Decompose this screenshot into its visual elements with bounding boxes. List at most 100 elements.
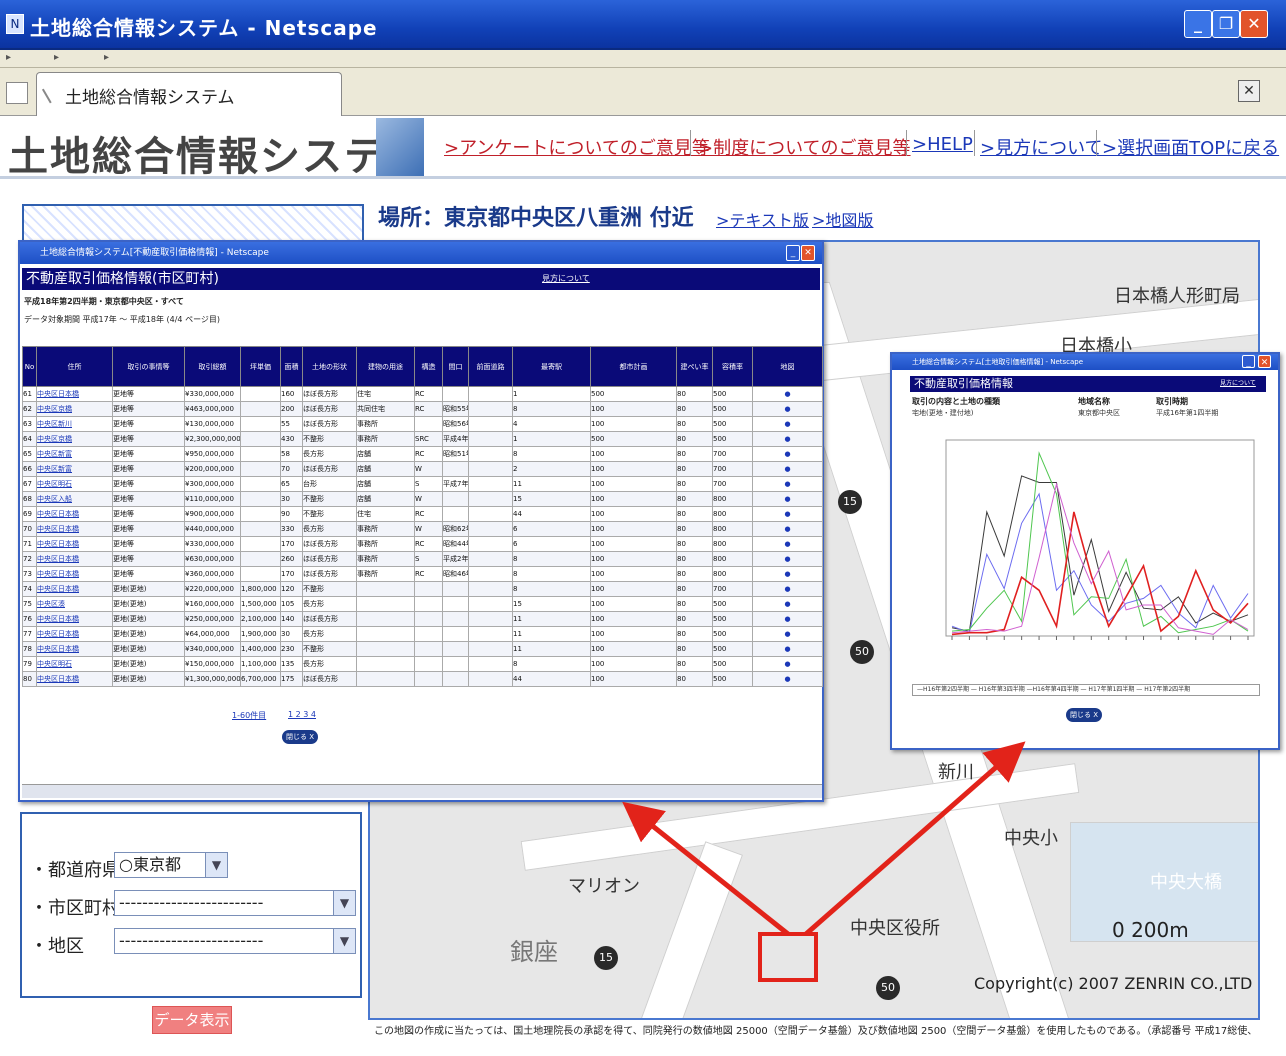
address-link[interactable]: 中央区京橋: [36, 431, 113, 447]
table-cell[interactable]: ●: [752, 596, 823, 612]
overview-map-thumbnail[interactable]: [22, 204, 364, 244]
prefecture-select[interactable]: ○東京都 ▼: [114, 852, 228, 878]
close-icon[interactable]: ✕: [801, 245, 815, 261]
close-button[interactable]: 閉じる X: [282, 730, 318, 744]
table-cell: 更地等: [112, 566, 185, 582]
address-link[interactable]: 中央区日本橋: [36, 671, 113, 687]
address-link[interactable]: 中央区新富: [36, 461, 113, 477]
table-cell[interactable]: ●: [752, 401, 823, 417]
table-cell: 長方形: [302, 446, 357, 462]
forward-arrow-icon[interactable]: ▸: [54, 52, 59, 63]
address-link[interactable]: 中央区日本橋: [36, 641, 113, 657]
table-cell: 64: [22, 431, 37, 447]
table-cell[interactable]: ●: [752, 641, 823, 657]
route-badge: 15: [594, 946, 618, 970]
tab-close-icon[interactable]: ✕: [1238, 80, 1260, 102]
address-link[interactable]: 中央区日本橋: [36, 386, 113, 402]
address-link[interactable]: 中央区新富: [36, 446, 113, 462]
district-select[interactable]: ------------------------- ▼: [114, 928, 356, 954]
table-cell: 15: [512, 596, 591, 612]
table-cell[interactable]: ●: [752, 506, 823, 522]
table-row: 76 中央区日本橋 更地(更地) ¥250,000,000 2,100,000 140 ほぼ…: [22, 611, 823, 627]
how-to-read-link[interactable]: >見方について: [980, 134, 1103, 160]
survey-link[interactable]: >アンケートについてのご意見等: [444, 134, 710, 160]
column-header: 都市計画: [590, 346, 677, 387]
table-cell: [356, 656, 415, 672]
table-cell: 500: [712, 626, 753, 642]
address-link[interactable]: 中央区日本橋: [36, 581, 113, 597]
address-link[interactable]: 中央区明石: [36, 656, 113, 672]
table-cell[interactable]: ●: [752, 491, 823, 507]
address-link[interactable]: 中央区日本橋: [36, 551, 113, 567]
address-link[interactable]: 中央区明石: [36, 476, 113, 492]
window-title: 土地総合情報システム - Netscape: [30, 16, 378, 40]
minimize-icon[interactable]: _: [1242, 355, 1255, 368]
table-cell[interactable]: ●: [752, 611, 823, 627]
table-cell: 11: [512, 626, 591, 642]
reload-arrow-icon[interactable]: ▸: [104, 52, 109, 63]
address-link[interactable]: 中央区日本橋: [36, 536, 113, 552]
table-cell[interactable]: ●: [752, 671, 823, 687]
close-button[interactable]: 閉じる X: [1066, 708, 1102, 722]
table-cell: [442, 491, 469, 507]
column-header: 間口: [442, 346, 469, 387]
table-cell: 6: [512, 521, 591, 537]
table-cell[interactable]: ●: [752, 581, 823, 597]
text-version-link[interactable]: >テキスト版: [716, 207, 809, 231]
table-cell: 170: [280, 566, 303, 582]
minimize-icon[interactable]: _: [786, 245, 800, 261]
address-link[interactable]: 中央区日本橋: [36, 506, 113, 522]
horizontal-scrollbar[interactable]: [22, 784, 822, 798]
pager-prev-link[interactable]: 1-60件目: [232, 710, 266, 721]
table-cell: [442, 581, 469, 597]
address-link[interactable]: 中央区入船: [36, 491, 113, 507]
back-arrow-icon[interactable]: ▸: [6, 52, 11, 63]
table-cell: 11: [512, 641, 591, 657]
city-select[interactable]: ------------------------- ▼: [114, 890, 356, 916]
table-cell[interactable]: ●: [752, 386, 823, 402]
help-link[interactable]: 見方について: [542, 268, 590, 290]
address-link[interactable]: 中央区新川: [36, 416, 113, 432]
table-cell[interactable]: ●: [752, 656, 823, 672]
table-cell[interactable]: ●: [752, 626, 823, 642]
table-cell: [442, 656, 469, 672]
browser-tab[interactable]: 土地総合情報システム: [36, 72, 342, 116]
help-link[interactable]: >HELP: [912, 134, 973, 155]
table-cell: ¥900,000,000: [184, 506, 241, 522]
minimize-icon[interactable]: _: [1184, 10, 1212, 38]
table-cell: 700: [712, 446, 753, 462]
address-link[interactable]: 中央区湊: [36, 596, 113, 612]
table-cell: 更地等: [112, 386, 185, 402]
table-cell: 30: [280, 626, 303, 642]
address-link[interactable]: 中央区日本橋: [36, 521, 113, 537]
table-cell: [468, 671, 513, 687]
table-cell: 500: [712, 641, 753, 657]
table-cell[interactable]: ●: [752, 416, 823, 432]
table-cell[interactable]: ●: [752, 536, 823, 552]
address-link[interactable]: 中央区日本橋: [36, 626, 113, 642]
address-link[interactable]: 中央区日本橋: [36, 566, 113, 582]
table-cell: 800: [712, 491, 753, 507]
table-cell: 更地等: [112, 491, 185, 507]
close-icon[interactable]: ✕: [1258, 355, 1271, 368]
table-cell[interactable]: ●: [752, 476, 823, 492]
table-cell[interactable]: ●: [752, 566, 823, 582]
system-opinion-link[interactable]: >制度についてのご意見等: [698, 134, 911, 160]
table-cell[interactable]: ●: [752, 446, 823, 462]
help-link[interactable]: 見方について: [1220, 376, 1256, 392]
map-version-link[interactable]: >地図版: [812, 207, 873, 231]
show-data-button[interactable]: データ表示: [152, 1006, 232, 1034]
table-cell[interactable]: ●: [752, 461, 823, 477]
address-link[interactable]: 中央区京橋: [36, 401, 113, 417]
table-cell: [442, 611, 469, 627]
address-link[interactable]: 中央区日本橋: [36, 611, 113, 627]
table-row: 77 中央区日本橋 更地(更地) ¥64,000,000 1,900,000 30 長方形 1…: [22, 626, 823, 642]
pager-pages[interactable]: 1 2 3 4: [288, 710, 316, 719]
table-cell[interactable]: ●: [752, 551, 823, 567]
table-cell: [468, 551, 513, 567]
table-cell[interactable]: ●: [752, 431, 823, 447]
maximize-icon[interactable]: ❐: [1212, 10, 1240, 38]
close-icon[interactable]: ✕: [1240, 10, 1268, 38]
table-cell[interactable]: ●: [752, 521, 823, 537]
top-page-link[interactable]: >選択画面TOPに戻る: [1102, 134, 1279, 160]
